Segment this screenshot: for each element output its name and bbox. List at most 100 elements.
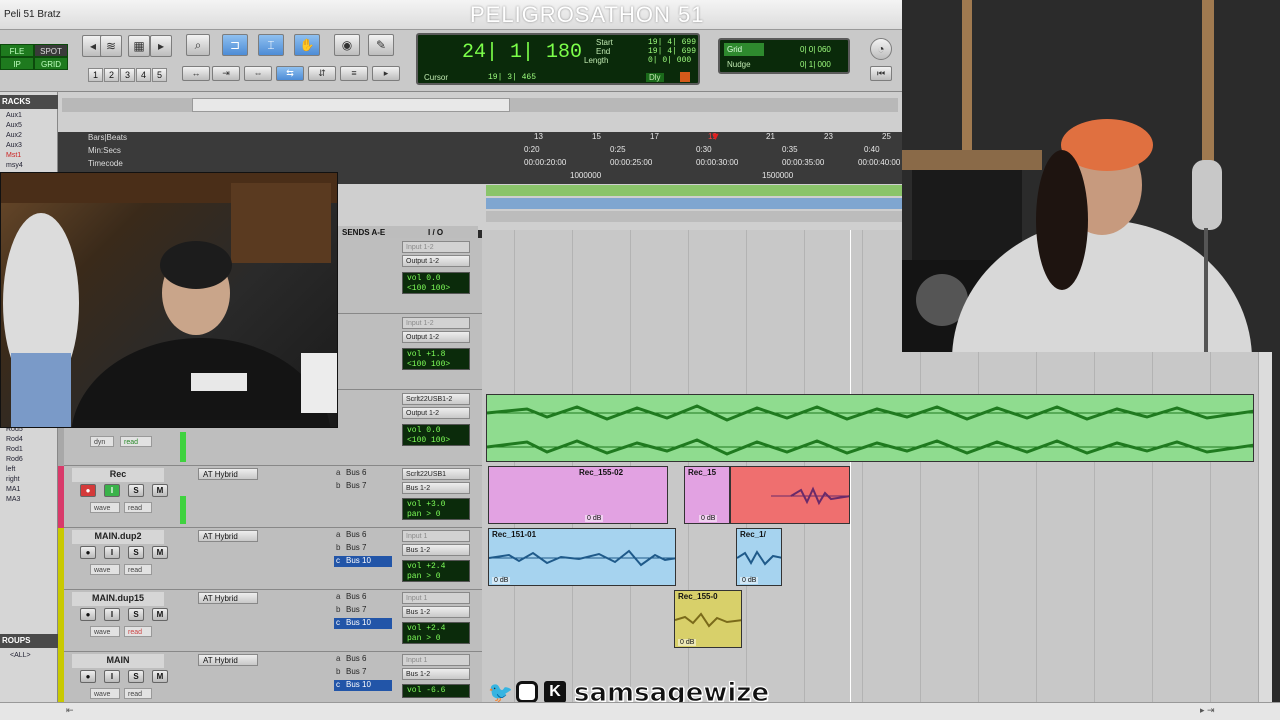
send-slot-c[interactable]: c Bus 10 <box>334 556 392 567</box>
track-list-item[interactable]: Mst1 <box>6 152 21 159</box>
scroll-left-icon[interactable]: ⇤ <box>66 705 74 716</box>
view-selector[interactable]: wave <box>90 626 120 637</box>
insert-slot[interactable]: AT Hybrid <box>198 530 258 542</box>
beat-clip[interactable] <box>486 394 1254 462</box>
input-monitor-button[interactable]: I <box>104 484 120 497</box>
zoom-preset-5[interactable]: 5 <box>152 68 167 82</box>
zoom-preset-3[interactable]: 3 <box>120 68 135 82</box>
output-selector[interactable]: Output 1-2 <box>402 255 470 267</box>
grid-button[interactable]: Grid <box>724 43 764 56</box>
waveform-zoom-icon[interactable]: ≋ <box>100 35 122 57</box>
track-list-item[interactable]: Aux5 <box>6 122 22 129</box>
bottom-scroll-bar[interactable]: ⇤ ▸ ⇥ <box>0 702 1280 720</box>
track-name[interactable]: MAIN <box>72 654 164 668</box>
start-value[interactable]: 19| 4| 699 <box>648 38 696 47</box>
send-slot-a[interactable]: a Bus 6 <box>334 530 392 541</box>
input-selector[interactable]: Input 1 <box>402 530 470 542</box>
track-name[interactable]: MAIN.dup2 <box>72 530 164 544</box>
delay-label[interactable]: Dly <box>646 73 664 82</box>
record-enable-button[interactable]: ● <box>80 546 96 559</box>
zoom-preset-2[interactable]: 2 <box>104 68 119 82</box>
track-list-item[interactable]: Aux1 <box>6 112 22 119</box>
track-list-item[interactable]: Rod6 <box>6 456 23 463</box>
slip-mode-button[interactable]: IP <box>0 57 34 70</box>
dyn-view-selector[interactable]: dyn <box>90 436 114 447</box>
send-slot-a[interactable]: a Bus 6 <box>334 654 392 665</box>
track-list-item[interactable]: msy4 <box>6 162 23 169</box>
volume-pan-display[interactable]: vol +3.0 pan > 0 <box>402 498 470 520</box>
zoomer-tool-icon[interactable]: ⌕ <box>186 34 210 56</box>
list-icon[interactable]: ≡ <box>340 66 368 81</box>
send-slot-b[interactable]: b Bus 7 <box>334 543 392 554</box>
grid-value[interactable]: 0| 0| 060 <box>800 45 831 54</box>
scroll-right-icon[interactable]: ▸ ⇥ <box>1200 705 1215 716</box>
pencil-tool-icon[interactable]: ✎ <box>368 34 394 56</box>
track-list-item[interactable]: MA3 <box>6 496 20 503</box>
solo-button[interactable]: S <box>128 546 144 559</box>
link-track-icon[interactable]: ⇔ <box>244 66 272 81</box>
volume-pan-display[interactable]: vol 0.0 <100 100> <box>402 272 470 294</box>
zoom-in-icon[interactable]: ▸ <box>150 35 172 57</box>
playhead-marker-icon[interactable]: ▼ <box>710 131 721 143</box>
mute-button[interactable]: M <box>152 484 168 497</box>
mirror-midi-icon[interactable]: ⇵ <box>308 66 336 81</box>
input-selector[interactable]: Input 1 <box>402 592 470 604</box>
midi-zoom-icon[interactable]: ▦ <box>128 35 150 57</box>
bars-beats-ruler[interactable]: Bars|Beats 13 15 17 19 21 23 25 ▼ <box>58 131 902 145</box>
insert-slot[interactable]: AT Hybrid <box>198 654 258 666</box>
meter-ruler[interactable] <box>486 198 902 209</box>
nudge-button[interactable]: Nudge <box>724 58 764 71</box>
rec-clip-selected[interactable] <box>730 466 850 524</box>
output-selector[interactable]: Output 1-2 <box>402 407 470 419</box>
insert-slot[interactable]: AT Hybrid <box>198 592 258 604</box>
input-monitor-button[interactable]: I <box>104 670 120 683</box>
automation-mode-selector[interactable]: read <box>124 688 152 699</box>
solo-button[interactable]: S <box>128 608 144 621</box>
input-monitor-button[interactable]: I <box>104 546 120 559</box>
record-enable-button[interactable]: ● <box>80 608 96 621</box>
track-list-item[interactable]: Aux3 <box>6 142 22 149</box>
mute-button[interactable]: M <box>152 670 168 683</box>
playback-forward-icon[interactable]: ▸ <box>372 66 400 81</box>
input-selector[interactable]: Input 1-2 <box>402 317 470 329</box>
insert-slot[interactable]: AT Hybrid <box>198 468 258 480</box>
track-list-item[interactable]: left <box>6 466 15 473</box>
track-list-item[interactable]: Rod4 <box>6 436 23 443</box>
volume-pan-display[interactable]: vol +1.8 <100 100> <box>402 348 470 370</box>
send-slot-b[interactable]: b Bus 7 <box>334 605 392 616</box>
grid-mode-button[interactable]: GRID <box>34 57 68 70</box>
volume-pan-display[interactable]: vol +2.4 pan > 0 <box>402 622 470 644</box>
timecode-ruler[interactable]: Timecode 00:00:20:00 00:00:25:00 00:00:3… <box>58 158 902 171</box>
view-selector[interactable]: wave <box>90 564 120 575</box>
vertical-scrollbar[interactable] <box>1258 352 1272 702</box>
tab-to-transient-icon[interactable]: ↔ <box>182 66 210 81</box>
record-enable-button[interactable]: ● <box>80 670 96 683</box>
input-selector[interactable]: Input 1 <box>402 654 470 666</box>
output-selector[interactable]: Bus 1-2 <box>402 668 470 680</box>
min-secs-ruler[interactable]: Min:Secs 0:20 0:25 0:30 0:35 0:40 <box>58 145 902 158</box>
input-selector[interactable]: Scrlt22USB1 <box>402 468 470 480</box>
track-name[interactable]: MAIN.dup15 <box>72 592 164 606</box>
send-slot-a[interactable]: a Bus 6 <box>334 592 392 603</box>
automation-mode-selector[interactable]: read <box>120 436 152 447</box>
record-enable-button[interactable]: ● <box>80 484 96 497</box>
overview-visible-range[interactable] <box>192 98 510 112</box>
volume-pan-display[interactable]: vol 0.0 <100 100> <box>402 424 470 446</box>
grabber-tool-icon[interactable]: ✋ <box>294 34 320 56</box>
automation-mode-selector[interactable]: read <box>124 626 152 637</box>
link-edit-icon[interactable]: ⇥ <box>212 66 240 81</box>
output-selector[interactable]: Bus 1-2 <box>402 606 470 618</box>
markers-ruler[interactable] <box>486 211 902 222</box>
track-list-item[interactable]: right <box>6 476 20 483</box>
sync-icon[interactable]: ◔ <box>870 38 892 60</box>
input-selector[interactable]: Scrlt22USB1-2 <box>402 393 470 405</box>
rec-clip[interactable]: Rec_15 0 dB <box>684 466 730 524</box>
tempo-ruler[interactable] <box>486 185 902 196</box>
track-name[interactable]: Rec <box>72 468 164 482</box>
volume-pan-display[interactable]: vol +2.4 pan > 0 <box>402 560 470 582</box>
solo-button[interactable]: S <box>128 670 144 683</box>
track-list-item[interactable]: MA1 <box>6 486 20 493</box>
scrubber-tool-icon[interactable]: ◉ <box>334 34 360 56</box>
group-all-item[interactable]: <ALL> <box>10 652 31 659</box>
nudge-value[interactable]: 0| 1| 000 <box>800 60 831 69</box>
